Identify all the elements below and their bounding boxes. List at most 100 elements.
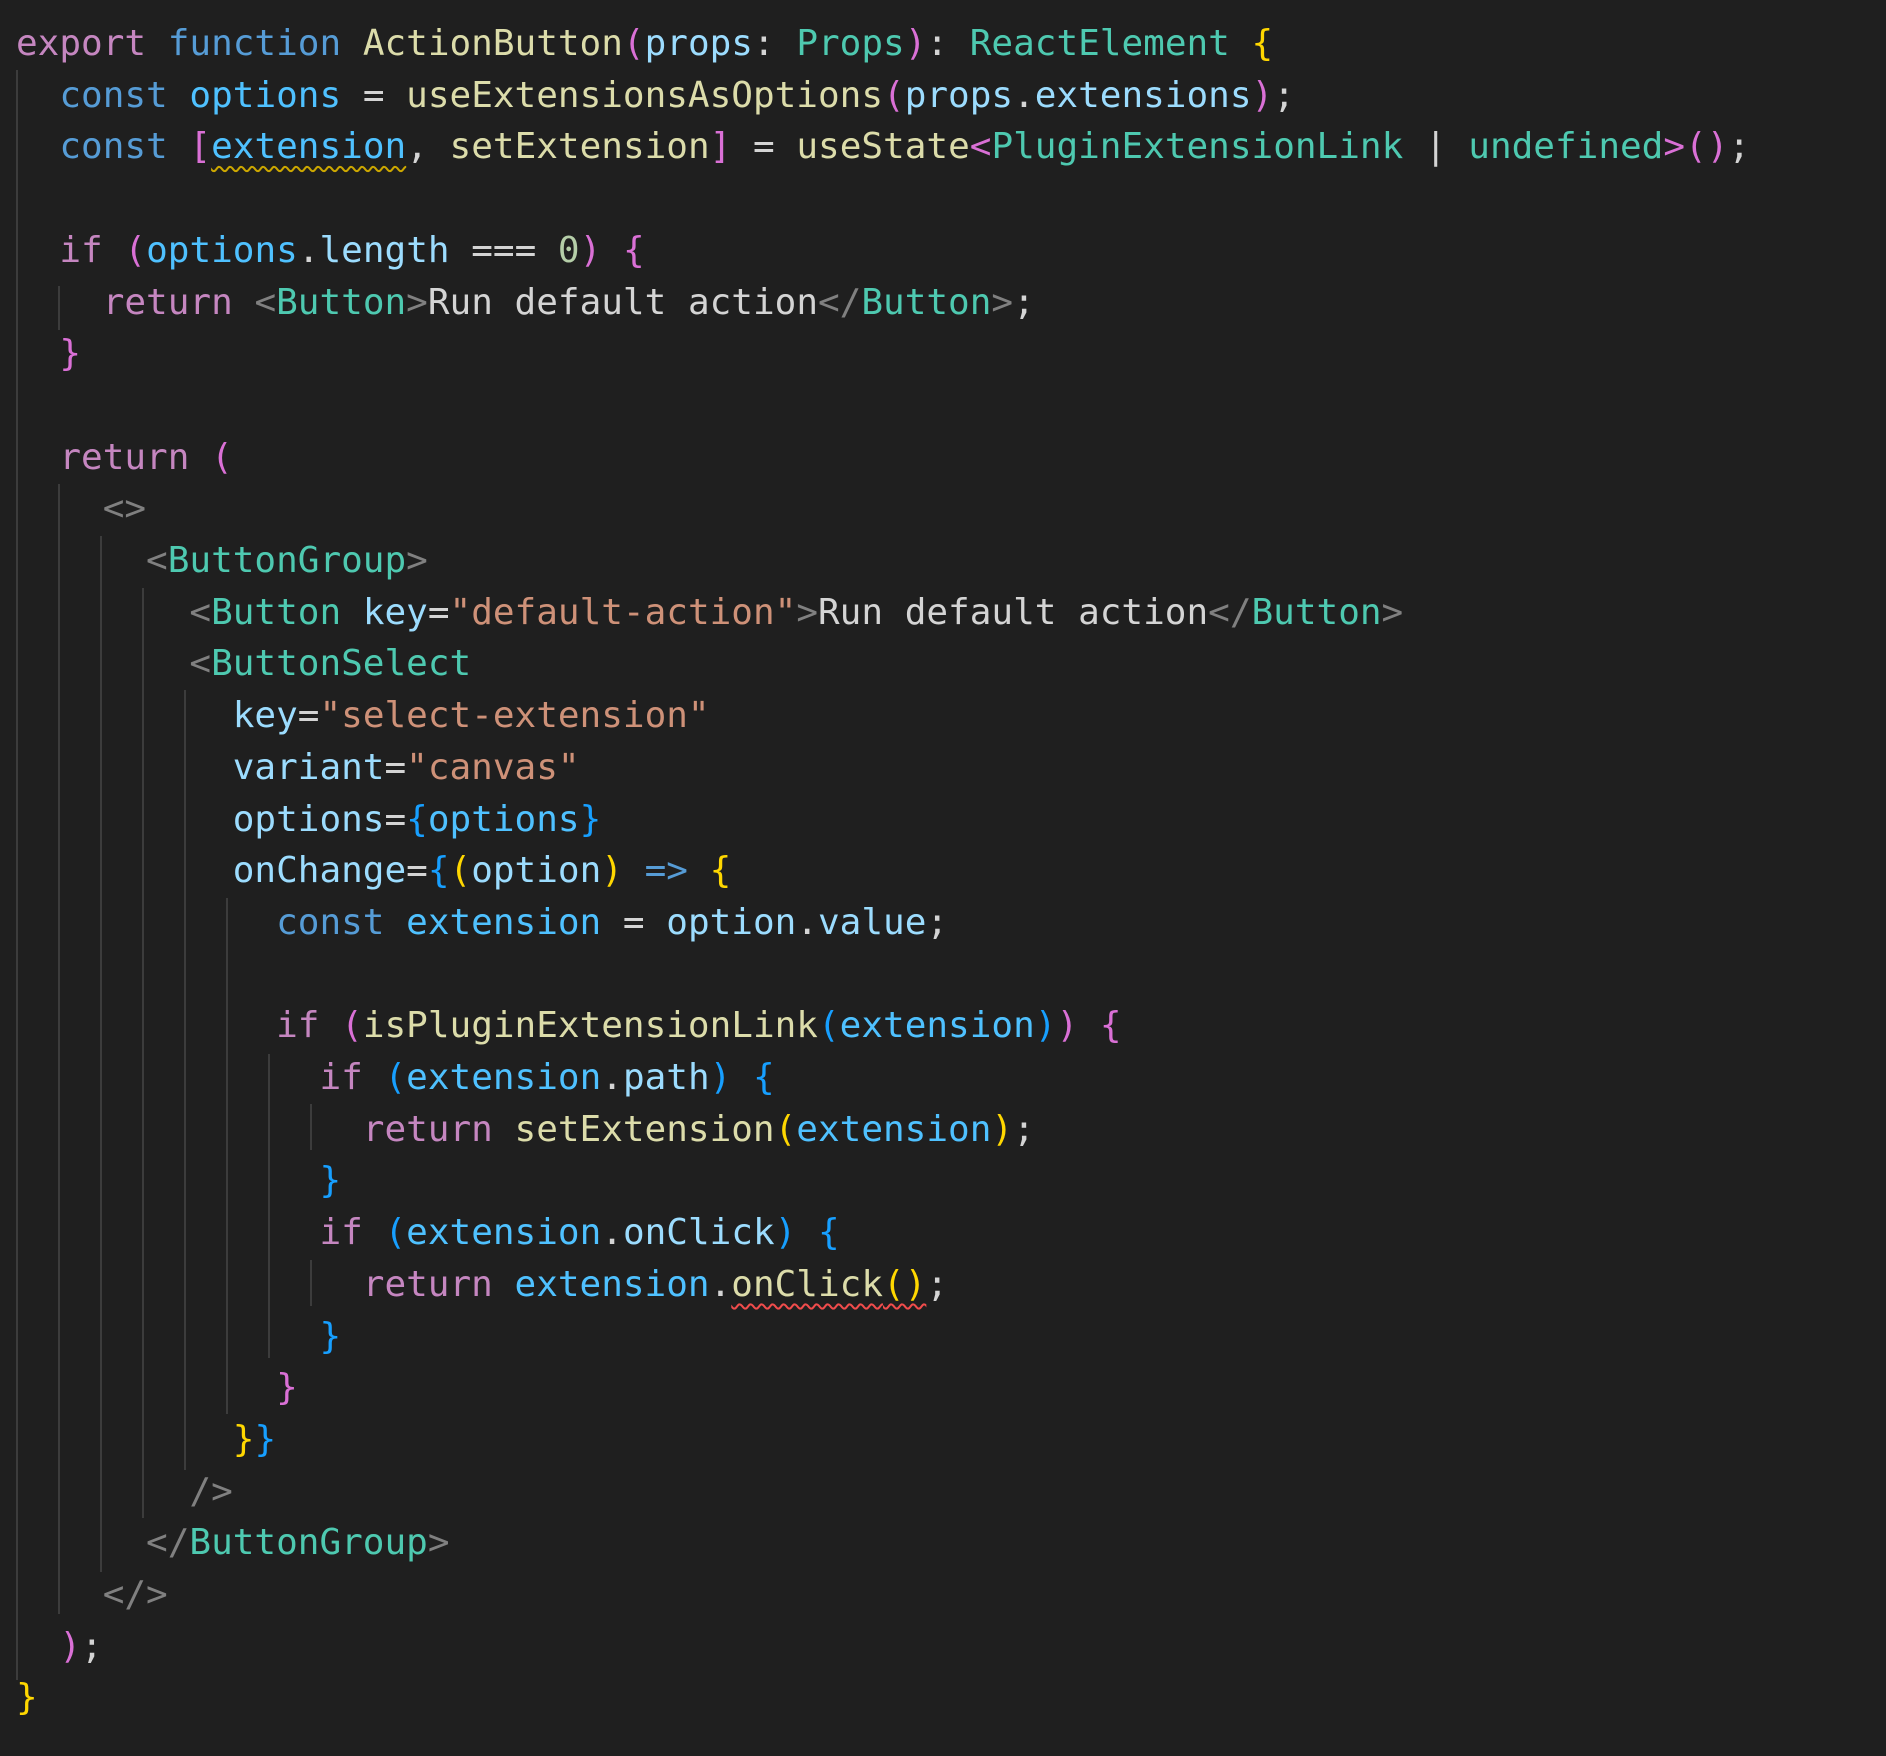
code-token: { — [427, 850, 450, 892]
code-line[interactable]: /> — [16, 1466, 232, 1518]
code-line[interactable]: <Button key="default-action">Run default… — [16, 587, 1403, 639]
code-line[interactable]: if (extension.path) { — [16, 1052, 774, 1104]
code-line[interactable]: } — [16, 1672, 38, 1724]
code-line[interactable]: onChange={(option) => { — [16, 845, 732, 897]
code-token: { — [818, 1212, 840, 1254]
code-token: ActionButton — [362, 23, 623, 64]
code-editor[interactable]: export function ActionButton(props: Prop… — [0, 0, 1886, 1756]
code-line[interactable]: variant="canvas" — [16, 742, 580, 794]
code-token: . — [709, 1263, 732, 1305]
code-token: === — [449, 229, 558, 271]
code-token: props — [904, 74, 1014, 116]
code-line[interactable]: } — [16, 1311, 341, 1363]
code-token: { — [1251, 23, 1274, 64]
code-token: = — [406, 850, 428, 892]
code-token: setExtension — [514, 1108, 775, 1150]
code-token: options — [146, 229, 298, 271]
code-line[interactable]: const [extension, setExtension] = useSta… — [16, 121, 1750, 173]
code-line[interactable]: options={options} — [16, 794, 602, 846]
code-token: () — [1685, 126, 1729, 168]
code-token: extension — [406, 1212, 602, 1254]
code-token: } — [59, 333, 82, 375]
code-token: extensions — [1034, 74, 1252, 116]
code-token: onClick — [731, 1263, 883, 1305]
code-token: ; — [1013, 1108, 1035, 1150]
code-token: ( — [774, 1108, 797, 1150]
code-line[interactable]: return ( — [16, 432, 233, 484]
code-token: isPluginExtensionLink — [362, 1005, 818, 1047]
code-line[interactable]: export function ActionButton(props: Prop… — [16, 18, 1273, 70]
code-token: . — [796, 901, 818, 943]
code-token: if — [276, 1005, 320, 1047]
code-line[interactable]: } — [16, 1362, 298, 1414]
code-line[interactable]: ); — [16, 1621, 102, 1673]
code-token: extension — [406, 1057, 602, 1098]
code-line[interactable]: <ButtonGroup> — [16, 535, 428, 587]
code-line[interactable]: if (extension.onClick) { — [16, 1207, 840, 1259]
code-line[interactable]: const options = useExtensionsAsOptions(p… — [16, 70, 1295, 122]
code-token: ) — [1251, 74, 1274, 116]
code-token: <> — [102, 488, 147, 530]
code-token: { — [709, 850, 732, 892]
code-token: const — [276, 901, 385, 943]
code-token: PluginExtensionLink — [991, 126, 1404, 168]
code-line[interactable]: <> — [16, 483, 146, 535]
code-line[interactable]: if (isPluginExtensionLink(extension)) { — [16, 1000, 1121, 1052]
code-line[interactable]: return extension.onClick(); — [16, 1259, 948, 1311]
code-line[interactable]: const extension = option.value; — [16, 897, 948, 949]
code-token: if — [319, 1212, 363, 1254]
code-line[interactable]: return setExtension(extension); — [16, 1104, 1035, 1156]
code-line[interactable]: return <Button>Run default action</Butto… — [16, 277, 1035, 329]
code-line[interactable]: </ButtonGroup> — [16, 1517, 449, 1569]
code-token: ; — [926, 1263, 949, 1305]
code-token: </ — [146, 1522, 190, 1564]
code-token: > — [1381, 591, 1404, 633]
code-token: } — [254, 1418, 277, 1460]
code-token: } — [319, 1160, 342, 1202]
code-token: = — [384, 746, 407, 788]
code-line[interactable]: </> — [16, 1569, 168, 1621]
code-token: ; — [926, 901, 949, 943]
code-token: useState — [796, 126, 970, 168]
code-token: ButtonSelect — [211, 643, 472, 685]
code-token: 0 — [557, 229, 580, 271]
code-line[interactable]: }} — [16, 1414, 276, 1466]
code-token: < — [254, 281, 277, 323]
code-line[interactable]: } — [16, 1155, 341, 1207]
code-token: ButtonGroup — [189, 1522, 428, 1564]
code-line[interactable]: } — [16, 328, 81, 380]
code-token: () — [883, 1263, 927, 1305]
code-line[interactable]: if (options.length === 0) { — [16, 225, 644, 277]
code-token: ; — [1728, 126, 1751, 168]
code-line[interactable]: key="select-extension" — [16, 690, 710, 742]
code-token: </> — [102, 1574, 168, 1615]
code-line[interactable]: <ButtonSelect — [16, 638, 471, 690]
code-token: > — [1663, 126, 1686, 168]
code-token: ] — [709, 126, 732, 168]
code-token: option — [666, 901, 797, 943]
code-token: ( — [211, 436, 233, 478]
code-token: ( — [341, 1005, 363, 1047]
